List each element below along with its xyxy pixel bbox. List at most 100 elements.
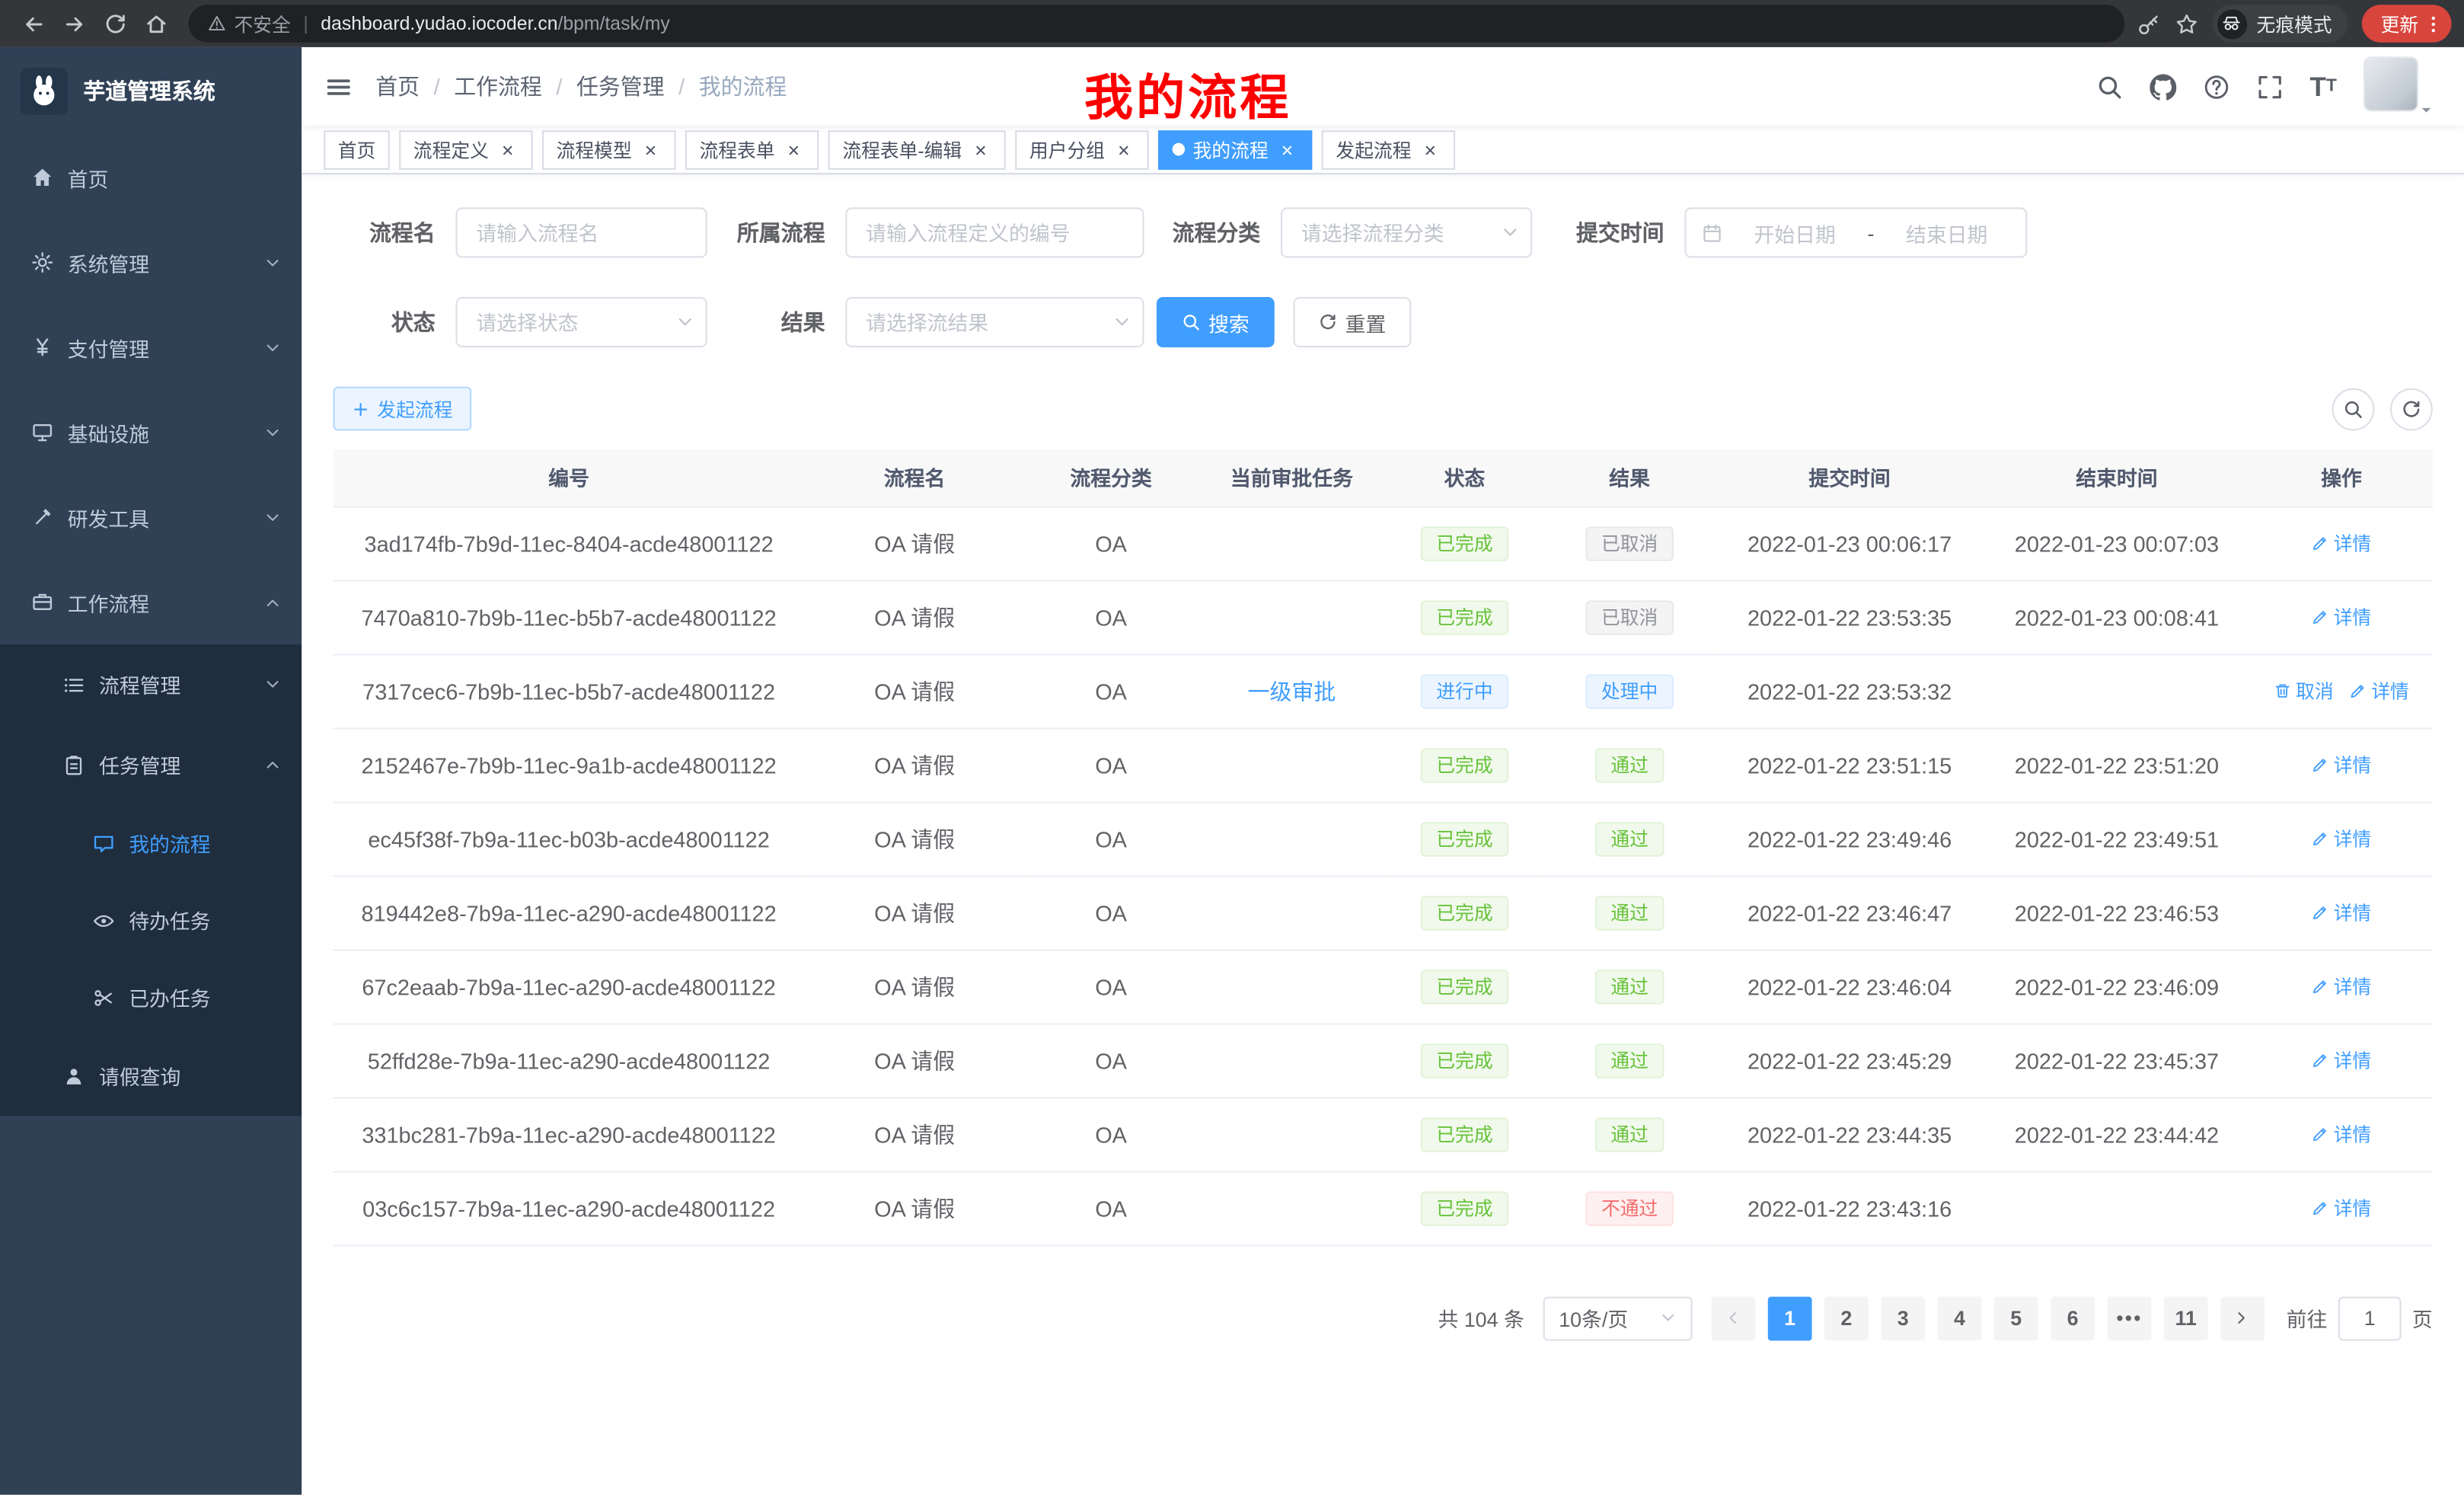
- cell-id: 7317cec6-7b9b-11ec-b5b7-acde48001122: [334, 654, 805, 728]
- help-button[interactable]: [2203, 73, 2229, 100]
- edit-icon: [2312, 904, 2329, 922]
- result-select[interactable]: [845, 297, 1144, 347]
- page-size-select[interactable]: 10条/页: [1543, 1296, 1693, 1340]
- page-button-1[interactable]: 1: [1768, 1296, 1812, 1340]
- home-icon: [144, 11, 168, 35]
- tab-6[interactable]: 我的流程×: [1158, 129, 1312, 169]
- toggle-search-button[interactable]: [2332, 388, 2375, 430]
- close-tab-icon[interactable]: ×: [496, 139, 519, 161]
- sidebar-item-tools[interactable]: 研发工具: [0, 474, 302, 559]
- sidebar-item-clip[interactable]: 任务管理: [0, 724, 302, 804]
- app-logo[interactable]: 芋道管理系统: [0, 47, 302, 136]
- page-button-4[interactable]: 4: [1938, 1296, 1982, 1340]
- close-tab-icon[interactable]: ×: [783, 139, 805, 161]
- detail-action-link[interactable]: 详情: [2312, 530, 2371, 557]
- detail-action-link[interactable]: 详情: [2312, 1046, 2371, 1073]
- process-definition-input[interactable]: [845, 207, 1144, 257]
- breadcrumb-item[interactable]: 任务管理: [576, 71, 665, 102]
- create-process-button[interactable]: 发起流程: [334, 387, 472, 431]
- status-select[interactable]: [456, 297, 707, 347]
- detail-action-link[interactable]: 详情: [2312, 899, 2371, 925]
- sidebar-item-user[interactable]: 请假查询: [0, 1036, 302, 1116]
- browser-update-button[interactable]: 更新: [2362, 5, 2452, 43]
- sidebar-item-home[interactable]: 首页: [0, 135, 302, 219]
- page-button-2[interactable]: 2: [1824, 1296, 1869, 1340]
- close-tab-icon[interactable]: ×: [1112, 139, 1135, 161]
- cancel-action-link[interactable]: 取消: [2274, 677, 2333, 704]
- detail-action-link[interactable]: 详情: [2312, 973, 2371, 999]
- cell-end-time: 2022-01-22 23:45:37: [1984, 1024, 2251, 1097]
- password-key-button[interactable]: [2137, 11, 2161, 35]
- font-size-button[interactable]: TT: [2310, 73, 2337, 100]
- sidebar-item-list[interactable]: 流程管理: [0, 644, 302, 724]
- tab-0[interactable]: 首页: [324, 129, 390, 169]
- sidebar-item-case[interactable]: 工作流程: [0, 560, 302, 644]
- detail-action-link[interactable]: 详情: [2349, 677, 2408, 704]
- detail-action-link[interactable]: 详情: [2312, 751, 2371, 778]
- tab-4[interactable]: 流程表单-编辑×: [828, 129, 1006, 169]
- submit-time-range-picker[interactable]: 开始日期 - 结束日期: [1684, 207, 2027, 257]
- action-label: 详情: [2334, 1120, 2372, 1147]
- goto-unit: 页: [2412, 1303, 2433, 1333]
- action-label: 详情: [2334, 1046, 2372, 1073]
- cell-process-name: OA 请假: [805, 802, 1025, 876]
- sidebar-item-cut[interactable]: 已办任务: [0, 959, 302, 1036]
- sidebar-item-infra[interactable]: 基础设施: [0, 390, 302, 474]
- sidebar-item-yen[interactable]: 支付管理: [0, 305, 302, 389]
- tab-3[interactable]: 流程表单×: [685, 129, 819, 169]
- filter-row-2: 状态 结果 搜索: [334, 297, 2433, 347]
- close-tab-icon[interactable]: ×: [1276, 139, 1298, 161]
- detail-action-link[interactable]: 详情: [2312, 603, 2371, 630]
- category-select-input[interactable]: [1281, 207, 1532, 257]
- detail-action-link[interactable]: 详情: [2312, 1194, 2371, 1221]
- sidebar-item-eye[interactable]: 待办任务: [0, 882, 302, 959]
- user-avatar[interactable]: [2363, 56, 2433, 116]
- category-select[interactable]: [1281, 207, 1532, 257]
- reset-button[interactable]: 重置: [1294, 297, 1412, 347]
- browser-back-button[interactable]: [13, 3, 54, 44]
- page-button-5[interactable]: 5: [1994, 1296, 2038, 1340]
- breadcrumb-item[interactable]: 工作流程: [454, 71, 542, 102]
- github-link-button[interactable]: [2150, 73, 2176, 100]
- close-tab-icon[interactable]: ×: [640, 139, 662, 161]
- sidebar-item-chat[interactable]: 我的流程: [0, 805, 302, 882]
- task-link[interactable]: 一级审批: [1248, 679, 1336, 704]
- header-search-button[interactable]: [2096, 73, 2123, 100]
- tab-7[interactable]: 发起流程×: [1322, 129, 1455, 169]
- bookmark-star-button[interactable]: [2175, 11, 2198, 35]
- browser-reload-button[interactable]: [94, 3, 136, 44]
- browser-forward-button[interactable]: [53, 3, 94, 44]
- detail-action-link[interactable]: 详情: [2312, 825, 2371, 851]
- cell-actions: 详情: [2250, 876, 2432, 950]
- annotation-text: 我的流程: [1084, 58, 1291, 129]
- detail-action-link[interactable]: 详情: [2312, 1120, 2371, 1147]
- page-button-6[interactable]: 6: [2051, 1296, 2095, 1340]
- sidebar-toggle-button[interactable]: [302, 73, 375, 100]
- tab-1[interactable]: 流程定义×: [399, 129, 532, 169]
- close-tab-icon[interactable]: ×: [969, 139, 991, 161]
- next-page-button[interactable]: [2220, 1296, 2265, 1340]
- page-button-3[interactable]: 3: [1881, 1296, 1925, 1340]
- cell-id: ec45f38f-7b9a-11ec-b03b-acde48001122: [334, 802, 805, 876]
- goto-page-input[interactable]: [2338, 1296, 2402, 1340]
- breadcrumb-item[interactable]: 首页: [375, 71, 420, 102]
- more-pages-button[interactable]: •••: [2107, 1296, 2151, 1340]
- close-tab-icon[interactable]: ×: [1419, 139, 1441, 161]
- address-bar[interactable]: 不安全 | dashboard.yudao.iocoder.cn /bpm/ta…: [189, 5, 2125, 43]
- status-select-input[interactable]: [456, 297, 707, 347]
- tab-5[interactable]: 用户分组×: [1015, 129, 1148, 169]
- process-name-input[interactable]: [456, 207, 707, 257]
- status-tag: 已完成: [1421, 1190, 1509, 1225]
- page-button-11[interactable]: 11: [2164, 1296, 2208, 1340]
- result-select-input[interactable]: [845, 297, 1144, 347]
- tab-2[interactable]: 流程模型×: [542, 129, 675, 169]
- fullscreen-button[interactable]: [2256, 73, 2283, 100]
- sidebar-item-gear[interactable]: 系统管理: [0, 220, 302, 305]
- prev-page-button[interactable]: [1711, 1296, 1755, 1340]
- refresh-table-button[interactable]: [2390, 388, 2433, 430]
- search-icon: [1182, 313, 1201, 332]
- browser-home-button[interactable]: [135, 3, 176, 44]
- action-label: 详情: [2334, 899, 2372, 925]
- hamburger-icon: [325, 73, 352, 100]
- search-button[interactable]: 搜索: [1157, 297, 1275, 347]
